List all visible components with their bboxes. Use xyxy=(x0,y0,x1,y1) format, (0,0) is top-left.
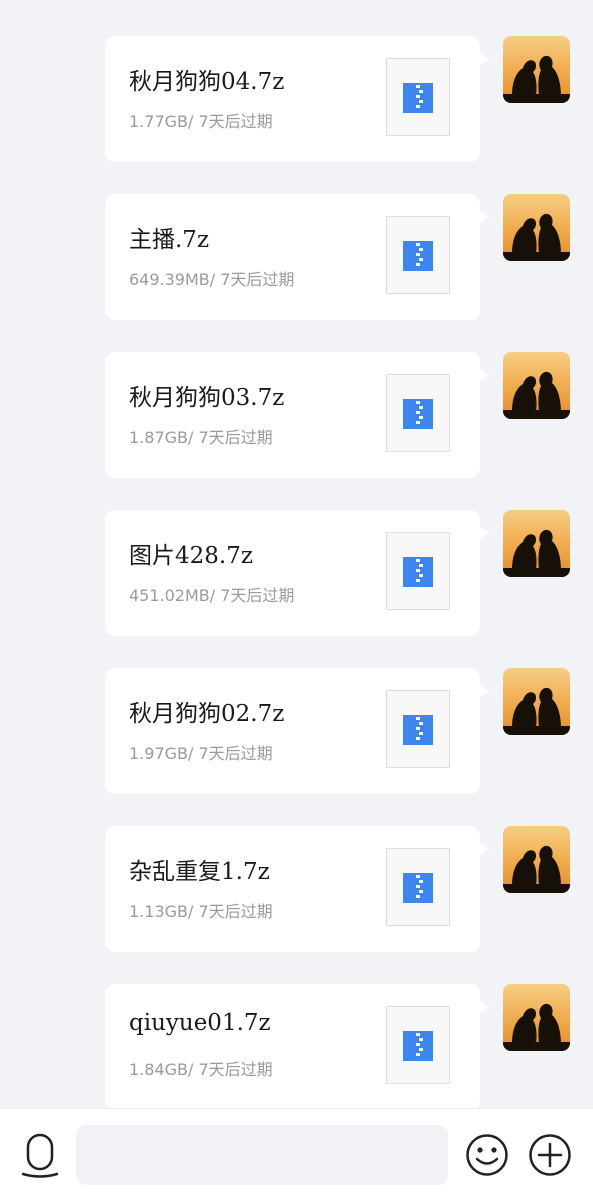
avatar[interactable] xyxy=(503,668,570,735)
file-message-bubble[interactable]: 秋月狗狗03.7z 1.87GB/ 7天后过期 xyxy=(105,352,489,478)
file-size-expiry: 1.13GB/ 7天后过期 xyxy=(129,902,273,921)
chat-message: qiuyue01.7z 1.84GB/ 7天后过期 xyxy=(0,984,593,1108)
avatar[interactable] xyxy=(503,36,570,103)
file-name: 杂乱重复1.7z xyxy=(129,859,270,885)
chat-message: 秋月狗狗02.7z 1.97GB/ 7天后过期 xyxy=(0,668,593,794)
zip-file-icon xyxy=(386,58,450,136)
file-name: 图片428.7z xyxy=(129,543,253,569)
chat-message: 秋月狗狗03.7z 1.87GB/ 7天后过期 xyxy=(0,352,593,478)
smiley-icon[interactable] xyxy=(465,1133,509,1181)
input-bar xyxy=(0,1108,593,1200)
file-size-expiry: 451.02MB/ 7天后过期 xyxy=(129,586,295,605)
zip-file-icon xyxy=(386,374,450,452)
chat-message-list[interactable]: 秋月狗狗04.7z 1.77GB/ 7天后过期 主播.7z 649.39MB/ … xyxy=(0,0,593,1108)
avatar[interactable] xyxy=(503,352,570,419)
file-name: qiuyue01.7z xyxy=(129,1010,271,1036)
avatar[interactable] xyxy=(503,510,570,577)
file-name: 秋月狗狗02.7z xyxy=(129,701,285,727)
file-message-bubble[interactable]: 图片428.7z 451.02MB/ 7天后过期 xyxy=(105,510,489,636)
file-name: 秋月狗狗03.7z xyxy=(129,385,285,411)
file-message-bubble[interactable]: 秋月狗狗04.7z 1.77GB/ 7天后过期 xyxy=(105,36,489,162)
microphone-icon[interactable] xyxy=(20,1133,60,1183)
file-message-bubble[interactable]: 主播.7z 649.39MB/ 7天后过期 xyxy=(105,194,489,320)
zip-file-icon xyxy=(386,1006,450,1084)
chat-message: 秋月狗狗04.7z 1.77GB/ 7天后过期 xyxy=(0,36,593,162)
file-size-expiry: 1.84GB/ 7天后过期 xyxy=(129,1060,273,1079)
file-message-bubble[interactable]: 秋月狗狗02.7z 1.97GB/ 7天后过期 xyxy=(105,668,489,794)
file-message-bubble[interactable]: qiuyue01.7z 1.84GB/ 7天后过期 xyxy=(105,984,489,1108)
file-message-bubble[interactable]: 杂乱重复1.7z 1.13GB/ 7天后过期 xyxy=(105,826,489,952)
zip-file-icon xyxy=(386,532,450,610)
zip-file-icon xyxy=(386,216,450,294)
file-size-expiry: 1.97GB/ 7天后过期 xyxy=(129,744,273,763)
file-name: 秋月狗狗04.7z xyxy=(129,69,285,95)
file-size-expiry: 649.39MB/ 7天后过期 xyxy=(129,270,295,289)
avatar[interactable] xyxy=(503,984,570,1051)
file-size-expiry: 1.77GB/ 7天后过期 xyxy=(129,112,273,131)
chat-message: 杂乱重复1.7z 1.13GB/ 7天后过期 xyxy=(0,826,593,952)
chat-message: 主播.7z 649.39MB/ 7天后过期 xyxy=(0,194,593,320)
message-input[interactable] xyxy=(76,1125,448,1185)
plus-circle-icon[interactable] xyxy=(528,1133,572,1181)
file-size-expiry: 1.87GB/ 7天后过期 xyxy=(129,428,273,447)
avatar[interactable] xyxy=(503,194,570,261)
zip-file-icon xyxy=(386,690,450,768)
zip-file-icon xyxy=(386,848,450,926)
avatar[interactable] xyxy=(503,826,570,893)
chat-message: 图片428.7z 451.02MB/ 7天后过期 xyxy=(0,510,593,636)
file-name: 主播.7z xyxy=(129,227,210,253)
